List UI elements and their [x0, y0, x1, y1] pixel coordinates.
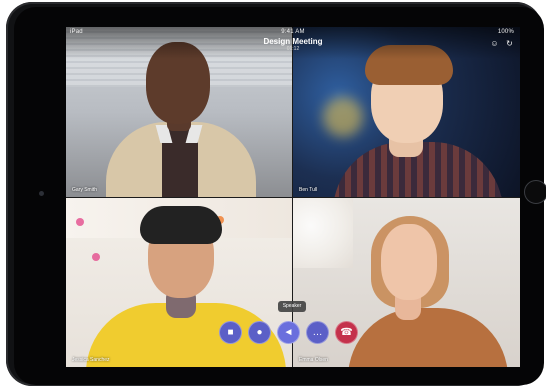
front-camera — [39, 191, 44, 196]
hang-up-button[interactable]: ☎ — [335, 321, 358, 344]
camera-button[interactable]: ■ — [219, 321, 242, 344]
speaker-button[interactable]: ◄ — [277, 321, 300, 344]
background-decoration — [76, 218, 84, 226]
control-tooltip: Speaker — [278, 301, 306, 312]
status-time: 9:41 AM — [281, 29, 305, 35]
ipad-frame: Gary Smith Ben Tull Jessica Sanchez Emma… — [6, 2, 546, 386]
microphone-button[interactable]: ● — [248, 321, 271, 344]
participant-name: Gary Smith — [72, 187, 98, 193]
home-button[interactable] — [524, 180, 546, 204]
status-battery: 100% — [497, 29, 514, 35]
meeting-title: Design Meeting — [263, 37, 323, 46]
participant-hair — [140, 206, 222, 244]
background-decoration — [92, 253, 100, 261]
participant-body — [348, 308, 508, 367]
more-icon: … — [312, 326, 323, 338]
header-actions: ☺ ↻ — [490, 39, 514, 48]
participants-icon[interactable]: ☺ — [490, 39, 499, 48]
call-controls: ■ ● ◄ … ☎ — [219, 321, 358, 344]
background-light — [323, 97, 363, 137]
participant-name: Jessica Sanchez — [72, 357, 110, 363]
more-options-button[interactable]: … — [306, 321, 329, 344]
participant-face — [381, 224, 437, 300]
video-camera-icon: ■ — [227, 326, 234, 338]
participant-name: Ben Tull — [299, 187, 318, 193]
participant-name: Emma Olsen — [299, 357, 328, 363]
meeting-duration: 01:12 — [286, 46, 300, 52]
speaker-icon: ◄ — [283, 326, 294, 338]
teams-call-screen: Gary Smith Ben Tull Jessica Sanchez Emma… — [66, 27, 520, 367]
switch-camera-icon[interactable]: ↻ — [505, 39, 514, 48]
hang-up-icon: ☎ — [340, 326, 353, 338]
background-lamp — [293, 198, 353, 268]
microphone-icon: ● — [256, 326, 263, 338]
